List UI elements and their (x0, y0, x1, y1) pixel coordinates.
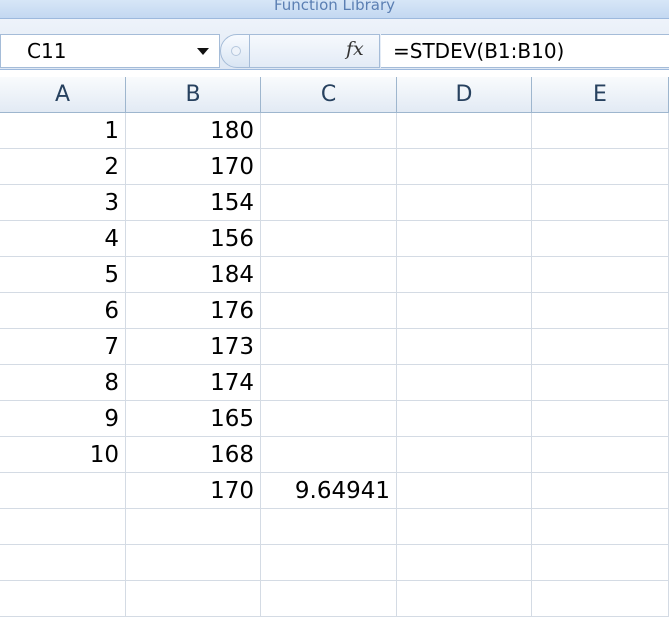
column-header-e[interactable]: E (532, 77, 669, 112)
cell-d[interactable] (397, 221, 532, 257)
cell-e[interactable] (532, 401, 669, 437)
name-box-value[interactable]: C11 (27, 39, 66, 63)
cell-c[interactable] (261, 329, 397, 365)
cell-b[interactable]: 170 (126, 149, 261, 185)
cell-d[interactable] (397, 401, 532, 437)
cell-b[interactable]: 165 (126, 401, 261, 437)
column-header-a[interactable]: A (0, 77, 126, 112)
cell-d[interactable] (397, 365, 532, 401)
cell-b[interactable]: 154 (126, 185, 261, 221)
cell-e[interactable] (532, 185, 669, 221)
cell-a[interactable] (0, 473, 126, 509)
cell-c[interactable] (261, 257, 397, 293)
name-box-dropdown-icon[interactable] (197, 48, 209, 55)
cell-d[interactable] (397, 581, 532, 617)
cell-c[interactable]: 9.64941 (261, 473, 397, 509)
cell-a[interactable]: 8 (0, 365, 126, 401)
insert-function-icon[interactable]: fx (346, 38, 364, 60)
table-row: 170 9.64941 (0, 473, 669, 509)
cell-c[interactable] (261, 509, 397, 545)
cell-b[interactable]: 180 (126, 113, 261, 149)
cell-a[interactable]: 2 (0, 149, 126, 185)
table-row: 3 154 (0, 185, 669, 221)
cell-e[interactable] (532, 329, 669, 365)
column-header-b[interactable]: B (126, 77, 261, 112)
cell-e[interactable] (532, 473, 669, 509)
cell-a[interactable]: 9 (0, 401, 126, 437)
column-header-d[interactable]: D (397, 77, 532, 112)
cell-a[interactable]: 10 (0, 437, 126, 473)
cell-d[interactable] (397, 113, 532, 149)
cell-b[interactable]: 168 (126, 437, 261, 473)
cell-e[interactable] (532, 257, 669, 293)
table-row: 2 170 (0, 149, 669, 185)
cell-b[interactable] (126, 509, 261, 545)
cell-d[interactable] (397, 149, 532, 185)
cell-c[interactable] (261, 221, 397, 257)
cell-d[interactable] (397, 185, 532, 221)
cell-a[interactable] (0, 581, 126, 617)
cell-d[interactable] (397, 509, 532, 545)
cell-e[interactable] (532, 221, 669, 257)
cell-a[interactable]: 4 (0, 221, 126, 257)
cell-e[interactable] (532, 437, 669, 473)
table-row: 7 173 (0, 329, 669, 365)
cell-c[interactable] (261, 149, 397, 185)
cell-b[interactable] (126, 581, 261, 617)
cell-e[interactable] (532, 581, 669, 617)
table-row: 6 176 (0, 293, 669, 329)
cell-d[interactable] (397, 473, 532, 509)
table-row: 8 174 (0, 365, 669, 401)
cell-c[interactable] (261, 437, 397, 473)
cell-b[interactable]: 156 (126, 221, 261, 257)
ribbon-strip: Function Library (0, 0, 669, 19)
formula-bar: C11 fx =STDEV(B1:B10) (0, 19, 669, 70)
table-row: 1 180 (0, 113, 669, 149)
formula-value[interactable]: =STDEV(B1:B10) (393, 39, 564, 63)
cell-e[interactable] (532, 149, 669, 185)
cell-c[interactable] (261, 365, 397, 401)
column-header-c[interactable]: C (261, 77, 397, 112)
table-row: 5 184 (0, 257, 669, 293)
cell-a[interactable]: 5 (0, 257, 126, 293)
table-row (0, 581, 669, 617)
cell-b[interactable]: 170 (126, 473, 261, 509)
cell-e[interactable] (532, 365, 669, 401)
formula-bar-resize-handle[interactable] (220, 34, 250, 68)
cell-e[interactable] (532, 509, 669, 545)
table-row: 4 156 (0, 221, 669, 257)
name-box[interactable]: C11 (0, 34, 220, 68)
cell-e[interactable] (532, 113, 669, 149)
cell-a[interactable]: 1 (0, 113, 126, 149)
cell-c[interactable] (261, 581, 397, 617)
table-row: 9 165 (0, 401, 669, 437)
cell-d[interactable] (397, 293, 532, 329)
cell-a[interactable]: 7 (0, 329, 126, 365)
resize-dot-icon (231, 46, 241, 56)
cell-c[interactable] (261, 293, 397, 329)
cell-a[interactable]: 3 (0, 185, 126, 221)
cell-a[interactable]: 6 (0, 293, 126, 329)
formula-input[interactable]: =STDEV(B1:B10) (381, 34, 669, 68)
cell-c[interactable] (261, 185, 397, 221)
cell-d[interactable] (397, 437, 532, 473)
ribbon-group-label[interactable]: Function Library (0, 0, 669, 14)
cell-c[interactable] (261, 113, 397, 149)
cell-d[interactable] (397, 329, 532, 365)
cell-b[interactable]: 176 (126, 293, 261, 329)
cell-e[interactable] (532, 293, 669, 329)
cell-b[interactable]: 174 (126, 365, 261, 401)
insert-function-area[interactable]: fx (250, 34, 380, 68)
cell-a[interactable] (0, 509, 126, 545)
cell-b[interactable]: 173 (126, 329, 261, 365)
cell-b[interactable]: 184 (126, 257, 261, 293)
column-header-row: A B C D E (0, 77, 669, 113)
cell-d[interactable] (397, 257, 532, 293)
table-row (0, 509, 669, 545)
cell-c[interactable] (261, 401, 397, 437)
table-row: 10 168 (0, 437, 669, 473)
